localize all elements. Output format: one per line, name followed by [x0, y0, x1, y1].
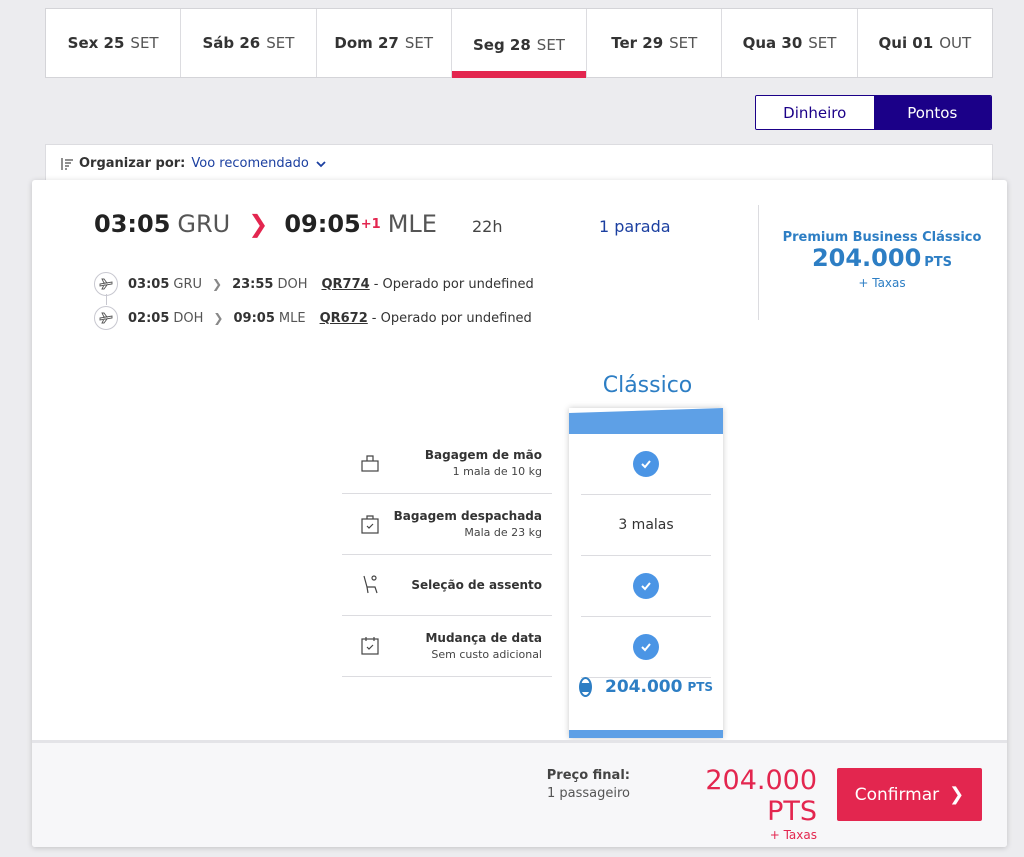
- date-tabs: Sex 25 SET Sáb 26 SET Dom 27 SET Seg 28 SET …: [45, 8, 993, 78]
- fare-summary-points: 204.000 PTS: [811, 244, 953, 272]
- checkout-footer: Preço final: 1 passageiro 204.000 PTS + …: [32, 740, 1007, 847]
- sort-label: Organizar por:: [79, 156, 186, 171]
- date-tab-qua-30[interactable]: Qua 30 SET: [722, 9, 858, 77]
- divider: [758, 205, 759, 320]
- flight-stops[interactable]: 1 parada: [599, 217, 671, 236]
- segment-row: 02:05 DOH ❯ 09:05 MLE QR672 - Operado po…: [94, 306, 532, 330]
- flight-card: 03:05 GRU ❯ 09:05 +1 MLE 22h 1 parada Pre…: [32, 180, 1007, 847]
- check-icon: [633, 634, 659, 660]
- currency-toggle: Dinheiro Pontos: [755, 95, 992, 130]
- day-offset: +1: [360, 217, 381, 232]
- flight-duration: 22h: [472, 217, 503, 236]
- arrow-right-icon: ❯: [248, 210, 269, 238]
- chevron-right-icon: ❯: [212, 277, 223, 291]
- fare-summary-taxes: + Taxas: [858, 276, 906, 290]
- date-tab-seg-28[interactable]: Seg 28 SET: [451, 9, 588, 78]
- final-price: 204.000 PTS + Taxas: [705, 765, 817, 842]
- plane-icon: [94, 272, 118, 296]
- checked-bag-cell: 3 malas: [581, 495, 711, 556]
- fare-option-column[interactable]: 3 malas 204.000 PTS: [569, 408, 723, 738]
- date-change-cell: [581, 617, 711, 678]
- date-tab-ter-29[interactable]: Ter 29 SET: [587, 9, 723, 77]
- plane-icon: [94, 306, 118, 330]
- confirm-button[interactable]: Confirmar ❯: [837, 768, 982, 821]
- chevron-right-icon: ❯: [213, 311, 224, 325]
- fare-column-header: [569, 408, 723, 434]
- seat-icon: [363, 575, 378, 594]
- seat-cell: [581, 556, 711, 617]
- segment-connector: [106, 294, 107, 305]
- sort-dropdown[interactable]: Voo recomendado: [191, 156, 308, 171]
- fare-summary: Premium Business Clássico 204.000 PTS + T…: [772, 230, 992, 290]
- fare-column-footer: [569, 730, 723, 738]
- arrive-airport: MLE: [387, 210, 437, 238]
- flight-times: 03:05 GRU ❯ 09:05 +1 MLE: [94, 210, 437, 238]
- check-icon: [633, 573, 659, 599]
- fare-class: Premium Business Clássico: [782, 230, 982, 245]
- feature-date-change: Mudança de data Sem custo adicional: [342, 616, 552, 677]
- check-icon: [633, 451, 659, 477]
- chevron-right-icon: ❯: [949, 784, 965, 805]
- date-tab-dom-27[interactable]: Dom 27 SET: [317, 9, 452, 77]
- fare-radio[interactable]: [579, 677, 592, 697]
- sort-bar: Organizar por: Voo recomendado: [45, 144, 993, 182]
- fare-option-title: Clássico: [602, 373, 693, 398]
- segment-row: 03:05 GRU ❯ 23:55 DOH QR774 - Operado po…: [94, 272, 534, 296]
- depart-time: 03:05: [94, 210, 171, 238]
- calendar-icon: [361, 637, 379, 655]
- date-tab-sex-25[interactable]: Sex 25 SET: [46, 9, 182, 77]
- feature-checked-bag: Bagagem despachada Mala de 23 kg: [342, 494, 552, 555]
- fare-price: 204.000 PTS: [579, 677, 713, 697]
- flight-number-link[interactable]: QR672: [320, 311, 368, 326]
- sort-icon: [61, 157, 73, 170]
- feature-seat: Seleção de assento: [342, 555, 552, 616]
- money-toggle-button[interactable]: Dinheiro: [756, 96, 874, 129]
- arrive-time: 09:05: [284, 210, 361, 238]
- carry-on-cell: [581, 434, 711, 495]
- depart-airport: GRU: [177, 210, 231, 238]
- date-tab-sab-26[interactable]: Sáb 26 SET: [181, 9, 317, 77]
- final-price-label: Preço final: 1 passageiro: [546, 768, 630, 801]
- date-tab-qui-01[interactable]: Qui 01 OUT: [858, 9, 992, 77]
- feature-carry-on: Bagagem de mão 1 mala de 10 kg: [342, 433, 552, 494]
- checked-bag-icon: [361, 515, 379, 534]
- carry-on-bag-icon: [361, 455, 379, 472]
- points-toggle-button[interactable]: Pontos: [873, 96, 991, 129]
- flight-number-link[interactable]: QR774: [322, 277, 370, 292]
- chevron-down-icon[interactable]: [315, 158, 327, 170]
